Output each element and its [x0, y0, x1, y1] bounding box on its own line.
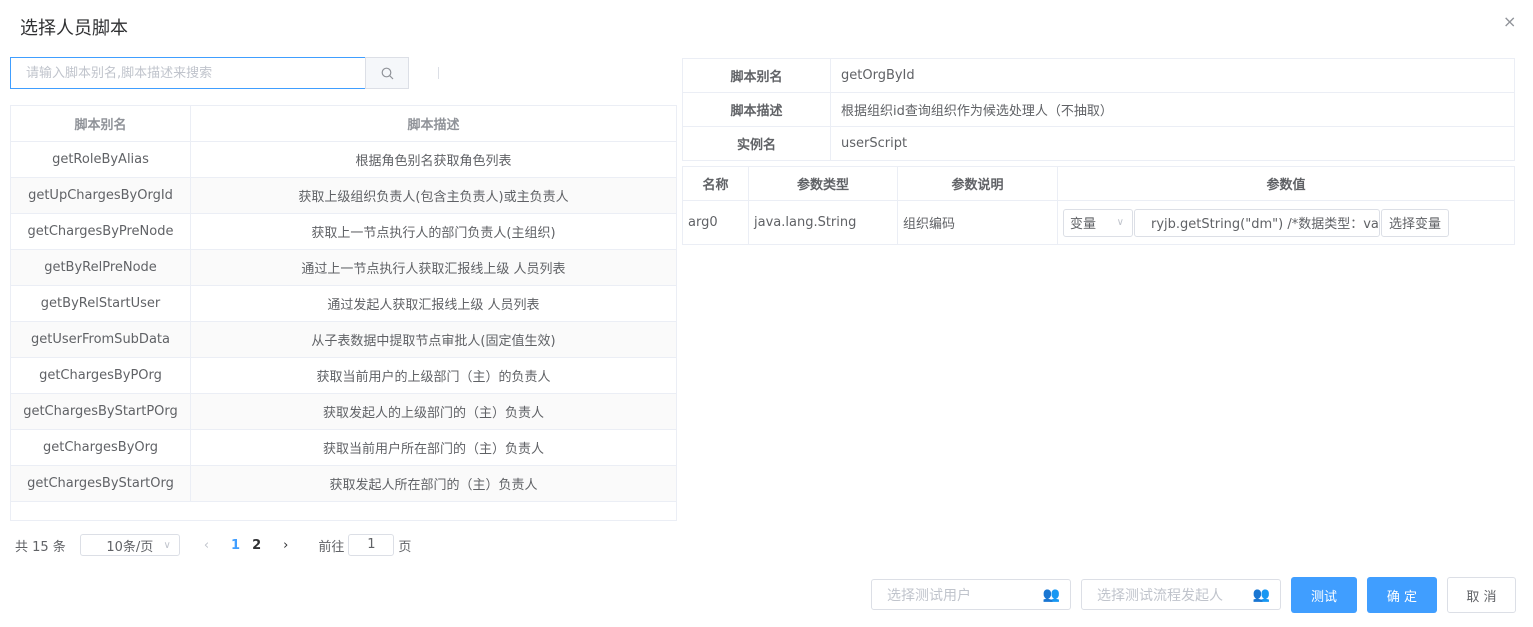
- table-row[interactable]: getChargesByOrg 获取当前用户所在部门的（主）负责人: [10, 429, 677, 466]
- param-type: java.lang.String: [748, 200, 898, 245]
- script-alias: getChargesByOrg: [10, 429, 191, 466]
- desc-value: 根据组织id查询组织作为候选处理人（不抽取）: [830, 92, 1515, 127]
- table-row[interactable]: getUserFromSubData 从子表数据中提取节点审批人(固定值生效): [10, 321, 677, 358]
- search-input[interactable]: [10, 57, 366, 89]
- script-desc: 获取当前用户的上级部门（主）的负责人: [190, 357, 677, 394]
- param-header-name: 名称: [682, 166, 749, 201]
- table-row[interactable]: getRoleByAlias 根据角色别名获取角色列表: [10, 141, 677, 178]
- page-1[interactable]: 1: [231, 538, 240, 553]
- script-alias: getByRelPreNode: [10, 249, 191, 286]
- script-alias: getChargesByPOrg: [10, 357, 191, 394]
- page-2[interactable]: 2: [252, 538, 261, 553]
- close-icon[interactable]: ×: [1503, 12, 1516, 31]
- chevron-down-icon: ∨: [1116, 217, 1124, 228]
- script-desc: 根据角色别名获取角色列表: [190, 141, 677, 178]
- table-row[interactable]: getChargesByStartOrg 获取发起人所在部门的（主）负责人: [10, 465, 677, 502]
- script-alias: getUpChargesByOrgId: [10, 177, 191, 214]
- users-icon: 👥: [1252, 586, 1270, 603]
- script-detail: 脚本别名 getOrgById 脚本描述 根据组织id查询组织作为候选处理人（不抽取…: [682, 58, 1515, 161]
- script-table: 脚本别名 脚本描述 getRoleByAlias 根据角色别名获取角色列表 getUp…: [10, 105, 677, 502]
- param-row: arg0 java.lang.String 组织编码 变量 ∨ ryjb.getS…: [682, 200, 1515, 245]
- table-footer-space: [10, 501, 677, 521]
- users-icon: 👥: [1042, 586, 1060, 603]
- prev-page-icon[interactable]: ‹: [204, 538, 209, 553]
- script-alias: getChargesByPreNode: [10, 213, 191, 250]
- pagination: 共 15 条 10条/页 ∨ ‹ 1 2 › 前往 1 页: [15, 534, 411, 556]
- instance-label: 实例名: [682, 126, 831, 161]
- script-desc: 获取上一节点执行人的部门负责人(主组织): [190, 213, 677, 250]
- param-header-value: 参数值: [1057, 166, 1515, 201]
- test-user-placeholder: 选择测试用户: [887, 587, 971, 604]
- param-header-desc: 参数说明: [897, 166, 1058, 201]
- script-alias: getChargesByStartPOrg: [10, 393, 191, 430]
- params-table: 名称 参数类型 参数说明 参数值 arg0 java.lang.String 组织编码…: [682, 166, 1515, 245]
- total-count: 共 15 条: [15, 539, 66, 555]
- script-alias: getRoleByAlias: [10, 141, 191, 178]
- script-alias: getUserFromSubData: [10, 321, 191, 358]
- chevron-down-icon: ∨: [163, 539, 171, 551]
- dialog-title: 选择人员脚本: [20, 18, 128, 39]
- table-row[interactable]: getChargesByPOrg 获取当前用户的上级部门（主）的负责人: [10, 357, 677, 394]
- search-button[interactable]: [365, 57, 409, 89]
- table-row[interactable]: getByRelStartUser 通过发起人获取汇报线上级 人员列表: [10, 285, 677, 322]
- alias-label: 脚本别名: [682, 58, 831, 93]
- page-size-select[interactable]: 10条/页 ∨: [79, 534, 180, 556]
- script-desc: 通过上一节点执行人获取汇报线上级 人员列表: [190, 249, 677, 286]
- next-page-icon[interactable]: ›: [283, 538, 288, 553]
- param-name: arg0: [682, 200, 749, 245]
- value-mode-select[interactable]: 变量 ∨: [1063, 208, 1133, 237]
- script-desc: 从子表数据中提取节点审批人(固定值生效): [190, 321, 677, 358]
- test-user-select[interactable]: 选择测试用户 👥: [871, 579, 1071, 610]
- script-desc: 获取发起人所在部门的（主）负责人: [190, 465, 677, 502]
- instance-value: userScript: [830, 126, 1515, 161]
- param-header-type: 参数类型: [748, 166, 898, 201]
- script-desc: 通过发起人获取汇报线上级 人员列表: [190, 285, 677, 322]
- script-desc: 获取当前用户所在部门的（主）负责人: [190, 429, 677, 466]
- value-mode: 变量: [1070, 217, 1097, 232]
- desc-label: 脚本描述: [682, 92, 831, 127]
- test-starter-select[interactable]: 选择测试流程发起人 👥: [1081, 579, 1281, 610]
- script-desc: 获取上级组织负责人(包含主负责人)或主负责人: [190, 177, 677, 214]
- table-row[interactable]: getChargesByPreNode 获取上一节点执行人的部门负责人(主组织): [10, 213, 677, 250]
- page-size-value: 10条/页: [106, 539, 154, 555]
- cancel-button[interactable]: 取 消: [1447, 577, 1516, 613]
- column-header-desc: 脚本描述: [190, 105, 677, 142]
- table-row[interactable]: getByRelPreNode 通过上一节点执行人获取汇报线上级 人员列表: [10, 249, 677, 286]
- param-value-input[interactable]: ryjb.getString("dm") /*数据类型：varchar*/: [1134, 208, 1380, 237]
- goto-input[interactable]: 1: [348, 534, 395, 556]
- page-suffix: 页: [398, 539, 412, 555]
- confirm-button[interactable]: 确 定: [1367, 577, 1437, 613]
- divider: [438, 67, 439, 79]
- column-header-alias: 脚本别名: [10, 105, 191, 142]
- goto-label: 前往: [318, 539, 345, 555]
- alias-value: getOrgById: [830, 58, 1515, 93]
- script-desc: 获取发起人的上级部门的（主）负责人: [190, 393, 677, 430]
- script-alias: getByRelStartUser: [10, 285, 191, 322]
- table-row[interactable]: getChargesByStartPOrg 获取发起人的上级部门的（主）负责人: [10, 393, 677, 430]
- script-alias: getChargesByStartOrg: [10, 465, 191, 502]
- test-starter-placeholder: 选择测试流程发起人: [1097, 587, 1223, 604]
- search-icon: [381, 67, 393, 79]
- test-button[interactable]: 测试: [1291, 577, 1357, 613]
- param-desc: 组织编码: [897, 200, 1058, 245]
- select-variable-button[interactable]: 选择变量: [1381, 208, 1450, 237]
- table-row[interactable]: getUpChargesByOrgId 获取上级组织负责人(包含主负责人)或主负责…: [10, 177, 677, 214]
